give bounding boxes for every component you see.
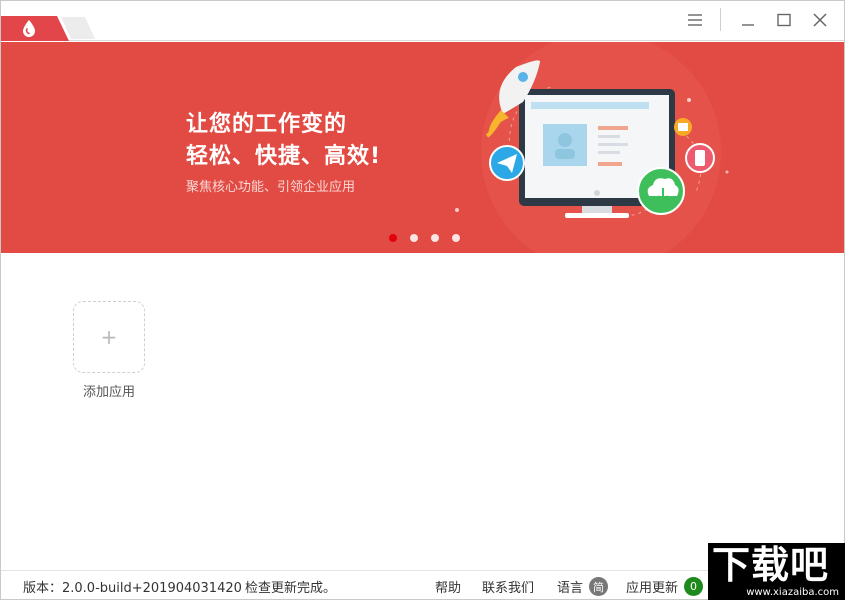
add-app-button[interactable]: + xyxy=(73,301,145,373)
menu-button[interactable] xyxy=(679,5,711,35)
minimize-icon xyxy=(740,13,756,27)
carousel-dot[interactable] xyxy=(431,234,439,242)
watermark-url: www.xiazaiba.com xyxy=(746,587,839,598)
minimize-button[interactable] xyxy=(732,5,764,35)
banner-title-line1: 让您的工作变的 xyxy=(186,109,381,141)
carousel-dot[interactable] xyxy=(452,234,460,242)
cloud-download-icon xyxy=(638,168,684,214)
app-logo-drop-icon xyxy=(21,19,37,37)
version-text: 版本：2.0.0-build+201904031420 xyxy=(23,577,242,596)
maximize-icon xyxy=(776,13,792,27)
close-icon xyxy=(812,12,828,28)
paper-plane-icon xyxy=(490,146,524,180)
banner-subtitle: 聚焦核心功能、引领企业应用 xyxy=(186,176,355,195)
plus-icon: + xyxy=(101,325,118,349)
carousel-dot[interactable] xyxy=(389,234,397,242)
banner-carousel[interactable]: 让您的工作变的 轻松、快捷、高效! 聚焦核心功能、引领企业应用 xyxy=(1,42,844,253)
carousel-dot[interactable] xyxy=(410,234,418,242)
banner-title-line2: 轻松、快捷、高效! xyxy=(186,141,381,173)
banner-illustration xyxy=(441,42,771,253)
menu-icon xyxy=(687,13,703,27)
language-badge[interactable]: 简 xyxy=(589,577,608,596)
carousel-indicators xyxy=(389,234,460,242)
app-update-link[interactable]: 应用更新 xyxy=(626,577,678,596)
maximize-button[interactable] xyxy=(768,5,800,35)
watermark-logo: 下载吧 www.xiazaiba.com xyxy=(708,543,845,600)
add-app-label: 添加应用 xyxy=(73,381,145,400)
update-status-text: 检查更新完成。 xyxy=(245,577,336,596)
phone-icon xyxy=(686,144,714,172)
banner-title: 让您的工作变的 轻松、快捷、高效! xyxy=(186,109,381,173)
watermark-brand: 下载吧 xyxy=(712,543,829,587)
update-count-badge: 0 xyxy=(684,577,703,596)
contact-link[interactable]: 联系我们 xyxy=(482,577,534,596)
close-button[interactable] xyxy=(804,5,836,35)
title-bar xyxy=(1,1,844,41)
language-link[interactable]: 语言 xyxy=(557,577,583,596)
app-window: 让您的工作变的 轻松、快捷、高效! 聚焦核心功能、引领企业应用 xyxy=(0,0,845,600)
title-separator xyxy=(720,8,721,31)
tab-home[interactable] xyxy=(1,16,69,41)
folder-icon xyxy=(674,118,692,136)
help-link[interactable]: 帮助 xyxy=(435,577,461,596)
